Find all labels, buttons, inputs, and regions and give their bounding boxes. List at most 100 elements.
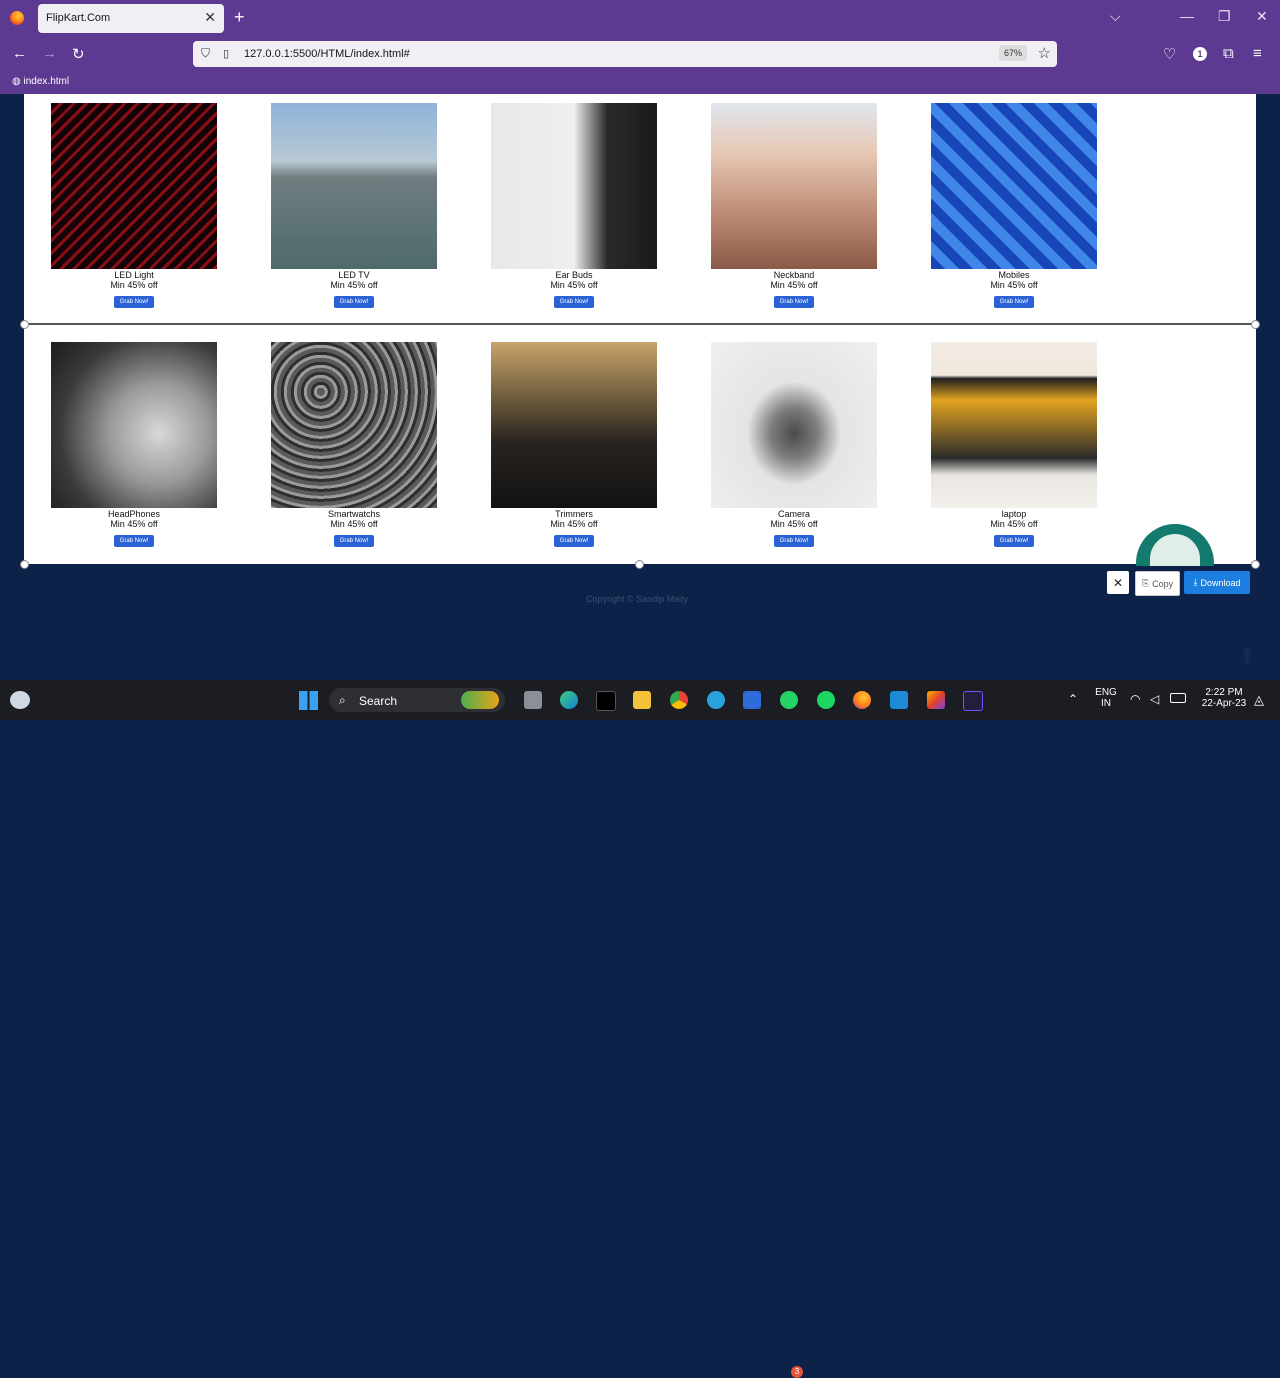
- bookmark-item[interactable]: ◍ index.html: [12, 76, 69, 87]
- product-card: Neckband Min 45% off Grab Now!: [711, 103, 877, 308]
- tray-chevron-icon[interactable]: ⌃: [1068, 692, 1078, 706]
- browser-tab[interactable]: FlipKart.Com ✕: [38, 4, 224, 33]
- selection-handle[interactable]: [20, 320, 29, 329]
- grab-now-button[interactable]: Grab Now!: [993, 535, 1035, 547]
- grab-now-button[interactable]: Grab Now!: [333, 296, 375, 308]
- grab-now-button[interactable]: Grab Now!: [773, 296, 815, 308]
- download-button[interactable]: ⤓ Download: [1184, 571, 1250, 594]
- product-offer: Min 45% off: [110, 280, 158, 290]
- product-image: [711, 342, 877, 508]
- tab-list-chevron-icon[interactable]: ⌵: [1110, 8, 1121, 25]
- clock[interactable]: 2:22 PM 22-Apr-23: [1194, 687, 1254, 709]
- grab-now-button[interactable]: Grab Now!: [553, 296, 595, 308]
- bookmark-star-icon[interactable]: ☆: [1038, 44, 1051, 62]
- shield-icon[interactable]: ⛉: [201, 46, 210, 61]
- product-image: [51, 103, 217, 269]
- extensions-icon[interactable]: ⧉: [1223, 45, 1234, 62]
- taskbar: 3 ⌃ ◠ ◁ ◬: [0, 680, 1280, 1378]
- git-icon[interactable]: [927, 691, 945, 709]
- whatsapp-icon[interactable]: [780, 691, 798, 709]
- product-offer: Min 45% off: [770, 280, 818, 290]
- restore-icon[interactable]: ❐: [1218, 8, 1231, 25]
- grab-now-button[interactable]: Grab Now!: [113, 535, 155, 547]
- product-image: [931, 103, 1097, 269]
- extension-badge-icon[interactable]: 1: [1193, 47, 1207, 61]
- menu-icon[interactable]: ≡: [1253, 45, 1262, 62]
- snip-close-button[interactable]: ✕: [1107, 571, 1129, 594]
- battery-icon[interactable]: [1170, 693, 1186, 703]
- product-image: [491, 103, 657, 269]
- forward-icon[interactable]: →: [42, 45, 57, 62]
- taskbar-search[interactable]: ⌕ Search: [329, 688, 505, 712]
- zoom-level[interactable]: 67%: [998, 45, 1027, 61]
- product-offer: Min 45% off: [330, 280, 378, 290]
- product-name: Ear Buds: [555, 270, 593, 280]
- grab-now-button[interactable]: Grab Now!: [113, 296, 155, 308]
- grab-now-button[interactable]: Grab Now!: [553, 535, 595, 547]
- notification-bell-icon[interactable]: ◬: [1254, 692, 1264, 708]
- product-image: [711, 103, 877, 269]
- row-divider: [24, 323, 1256, 325]
- address-bar[interactable]: ⛉ ▯ 127.0.0.1:5500/HTML/index.html# 67% …: [193, 41, 1057, 67]
- selection-handle[interactable]: [635, 560, 644, 569]
- pocket-icon[interactable]: ♡: [1163, 45, 1176, 63]
- product-image: [271, 342, 437, 508]
- copy-button[interactable]: ⎘ Copy: [1135, 571, 1180, 596]
- lang-line-2: IN: [1101, 698, 1111, 709]
- tab-bar: FlipKart.Com ✕ + ⌵ — ❐ ✕: [0, 0, 1280, 37]
- download-icon: ⤓: [1193, 577, 1198, 587]
- reload-icon[interactable]: ↻: [72, 45, 85, 63]
- close-tab-icon[interactable]: ✕: [204, 9, 216, 26]
- page-info-icon[interactable]: ▯: [223, 47, 229, 60]
- windows-start-icon[interactable]: [299, 691, 318, 710]
- product-card: Trimmers Min 45% off Grab Now!: [491, 342, 657, 547]
- minimize-icon[interactable]: —: [1180, 8, 1194, 24]
- product-card: laptop Min 45% off Grab Now!: [931, 342, 1097, 547]
- product-card: Mobiles Min 45% off Grab Now!: [931, 103, 1097, 308]
- search-label: Search: [359, 694, 398, 708]
- vscode-icon[interactable]: [890, 691, 908, 709]
- product-name: laptop: [1001, 509, 1027, 519]
- weather-icon[interactable]: [10, 691, 30, 709]
- grab-now-button[interactable]: Grab Now!: [333, 535, 375, 547]
- chrome-icon[interactable]: [670, 691, 688, 709]
- copyright-text: Copyright © Sandip Maity: [586, 594, 689, 604]
- product-name: LED Light: [114, 270, 154, 280]
- product-name: HeadPhones: [107, 509, 161, 519]
- scroll-top-icon[interactable]: ⬆: [1238, 643, 1256, 669]
- product-card: Smartwatchs Min 45% off Grab Now!: [271, 342, 437, 547]
- tab-title: FlipKart.Com: [46, 12, 111, 24]
- bookmarks-bar: ◍ index.html: [0, 71, 1280, 94]
- search-highlight-icon: [461, 691, 499, 709]
- product-image: [931, 342, 1097, 508]
- selection-handle[interactable]: [20, 560, 29, 569]
- product-image: [491, 342, 657, 508]
- file-explorer-icon[interactable]: [633, 691, 651, 709]
- product-card: LED TV Min 45% off Grab Now!: [271, 103, 437, 308]
- grab-now-button[interactable]: Grab Now!: [993, 296, 1035, 308]
- product-name: Trimmers: [555, 509, 593, 519]
- window-close-icon[interactable]: ✕: [1256, 8, 1268, 25]
- product-name: Smartwatchs: [327, 509, 380, 519]
- product-image: [271, 103, 437, 269]
- new-tab-icon[interactable]: +: [234, 7, 245, 28]
- store-icon[interactable]: [743, 691, 761, 709]
- firefox-taskbar-icon[interactable]: [853, 691, 871, 709]
- product-image: [51, 342, 217, 508]
- media-app-icon[interactable]: [596, 691, 616, 711]
- telegram-icon[interactable]: [707, 691, 725, 709]
- download-label: Download: [1200, 577, 1241, 588]
- jetbrains-icon[interactable]: [963, 691, 983, 711]
- volume-icon[interactable]: ◁: [1150, 692, 1159, 706]
- spotify-icon[interactable]: [817, 691, 835, 709]
- search-icon: ⌕: [339, 693, 346, 707]
- language-indicator[interactable]: ENG IN: [1091, 687, 1121, 709]
- selection-handle[interactable]: [1251, 320, 1260, 329]
- task-view-icon[interactable]: [524, 691, 542, 709]
- grab-now-button[interactable]: Grab Now!: [773, 535, 815, 547]
- back-icon[interactable]: ←: [12, 45, 27, 62]
- edge-icon[interactable]: [560, 691, 578, 709]
- product-offer: Min 45% off: [990, 280, 1038, 290]
- selection-handle[interactable]: [1251, 560, 1260, 569]
- wifi-icon[interactable]: ◠: [1130, 692, 1140, 706]
